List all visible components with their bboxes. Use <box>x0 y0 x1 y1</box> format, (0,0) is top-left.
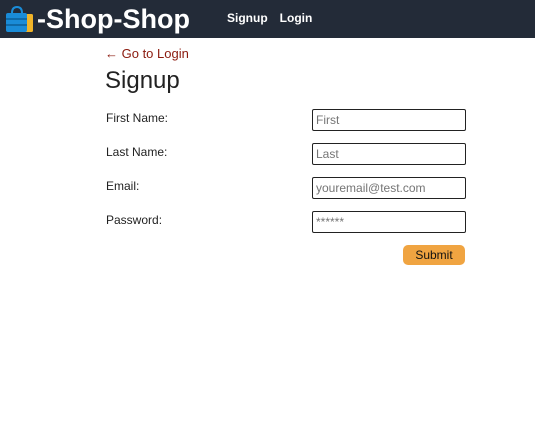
brand-link[interactable]: -Shop-Shop <box>4 3 190 35</box>
email-label: Email: <box>106 179 140 193</box>
first-name-label: First Name: <box>106 111 169 125</box>
nav-links: Signup Login <box>227 11 312 25</box>
first-name-field[interactable] <box>312 109 466 131</box>
password-field[interactable] <box>312 211 466 233</box>
password-label: Password: <box>106 213 163 227</box>
submit-button[interactable]: Submit <box>403 245 465 265</box>
page-title: Signup <box>105 67 180 94</box>
navbar: -Shop-Shop Signup Login <box>0 0 535 38</box>
nav-link-signup[interactable]: Signup <box>227 11 268 25</box>
back-to-login-link[interactable]: ← Go to Login <box>105 46 189 61</box>
last-name-field[interactable] <box>312 143 466 165</box>
nav-link-login[interactable]: Login <box>280 11 313 25</box>
email-field[interactable] <box>312 177 466 199</box>
last-name-label: Last Name: <box>106 145 168 159</box>
shopping-bag-icon <box>6 5 33 32</box>
brand-name: -Shop-Shop <box>37 4 190 34</box>
